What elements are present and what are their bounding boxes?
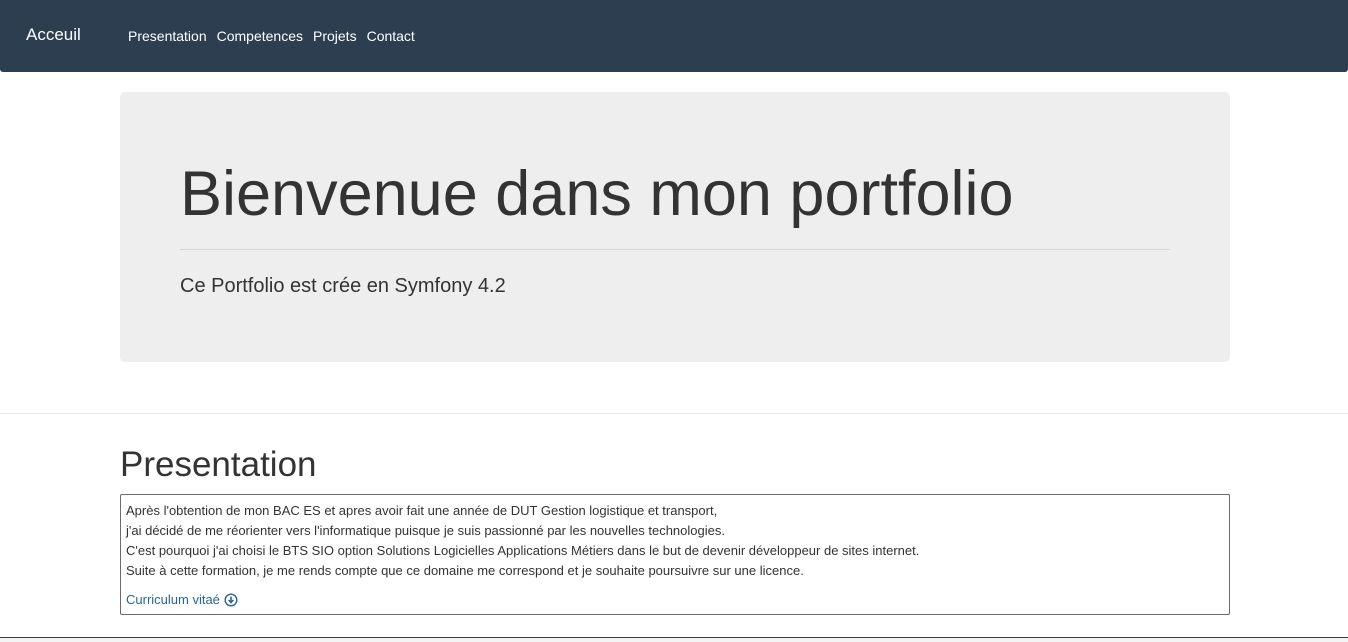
presentation-text: Après l'obtention de mon BAC ES et apres… — [126, 501, 919, 581]
nav-link-projets[interactable]: Projets — [313, 27, 357, 45]
presentation-paragraph: C'est pourquoi j'ai choisi le BTS SIO op… — [126, 543, 920, 558]
cv-download-link[interactable]: Curriculum vitaé — [126, 590, 238, 610]
download-circle-icon — [224, 593, 238, 607]
jumbotron-divider — [180, 249, 1170, 250]
welcome-title: Bienvenue dans mon portfolio — [180, 159, 1014, 229]
top-navbar: Acceuil Presentation Competences Projets… — [0, 0, 1348, 72]
navbar-brand-home[interactable]: Acceuil — [26, 25, 81, 45]
navbar-links: Presentation Competences Projets Contact — [128, 27, 415, 45]
cv-link-label: Curriculum vitaé — [126, 592, 220, 607]
presentation-box: Après l'obtention de mon BAC ES et apres… — [120, 494, 1230, 615]
presentation-title: Presentation — [120, 445, 317, 484]
presentation-paragraph: j'ai décidé de me réorienter vers l'info… — [126, 523, 725, 538]
welcome-lead: Ce Portfolio est crée en Symfony 4.2 — [180, 275, 506, 297]
nav-link-presentation[interactable]: Presentation — [128, 27, 207, 45]
presentation-paragraph: Suite à cette formation, je me rends com… — [126, 563, 804, 578]
page-bottom-edge — [0, 637, 1348, 642]
nav-link-competences[interactable]: Competences — [217, 27, 303, 45]
welcome-jumbotron: Bienvenue dans mon portfolio Ce Portfoli… — [120, 92, 1230, 362]
nav-link-contact[interactable]: Contact — [367, 27, 415, 45]
section-divider — [0, 413, 1348, 414]
presentation-paragraph: Après l'obtention de mon BAC ES et apres… — [126, 503, 718, 518]
